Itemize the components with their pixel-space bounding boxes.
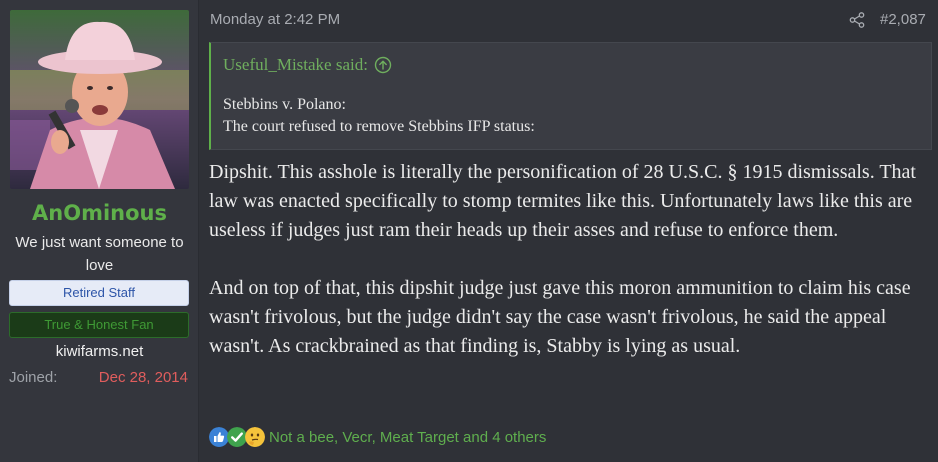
- thinking-face-icon: [245, 427, 265, 447]
- quote-author-link[interactable]: Useful_Mistake said:: [223, 55, 392, 75]
- reactions-bar: Not a bee, Vecr, Meat Target and 4 other…: [209, 427, 546, 447]
- message-paragraph: And on top of that, this dipshit judge j…: [209, 277, 911, 357]
- retired-staff-banner: Retired Staff: [9, 280, 189, 306]
- reactions-list-link[interactable]: Not a bee, Vecr, Meat Target and 4 other…: [269, 429, 546, 446]
- quote-body: Stebbins v. Polano: The court refused to…: [223, 94, 535, 138]
- joined-row: Joined: Dec 28, 2014: [9, 369, 188, 386]
- post-date[interactable]: Monday at 2:42 PM: [210, 11, 340, 28]
- forum-post: AnOminous We just want someone to love R…: [0, 0, 938, 462]
- message-paragraph: Dipshit. This asshole is literally the p…: [209, 161, 916, 241]
- avatar-image: [10, 10, 189, 189]
- quote-line: The court refused to remove Stebbins IFP…: [223, 118, 535, 135]
- message-body: Dipshit. This asshole is literally the p…: [209, 158, 929, 390]
- quote-line: Stebbins v. Polano:: [223, 96, 346, 113]
- username[interactable]: AnOminous: [0, 201, 199, 225]
- joined-label: Joined:: [9, 369, 58, 386]
- user-site: kiwifarms.net: [55, 343, 144, 360]
- quote-author: Useful_Mistake said:: [223, 55, 368, 74]
- post-number[interactable]: #2,087: [880, 11, 926, 28]
- true-honest-fan-banner: True & Honest Fan: [9, 312, 189, 338]
- user-sidebar: AnOminous We just want someone to love R…: [0, 0, 199, 462]
- thumbs-up-icon: [209, 427, 229, 447]
- avatar[interactable]: [10, 10, 189, 189]
- arrow-up-circle-icon: [374, 56, 392, 74]
- share-icon[interactable]: [849, 12, 865, 28]
- check-icon: [227, 427, 247, 447]
- joined-date: Dec 28, 2014: [98, 369, 188, 386]
- post-main: Monday at 2:42 PM #2,087 Useful_Mistake …: [199, 0, 938, 462]
- user-title: We just want someone to love: [15, 234, 184, 274]
- quote-block: Useful_Mistake said: Stebbins v. Polano:…: [209, 42, 932, 150]
